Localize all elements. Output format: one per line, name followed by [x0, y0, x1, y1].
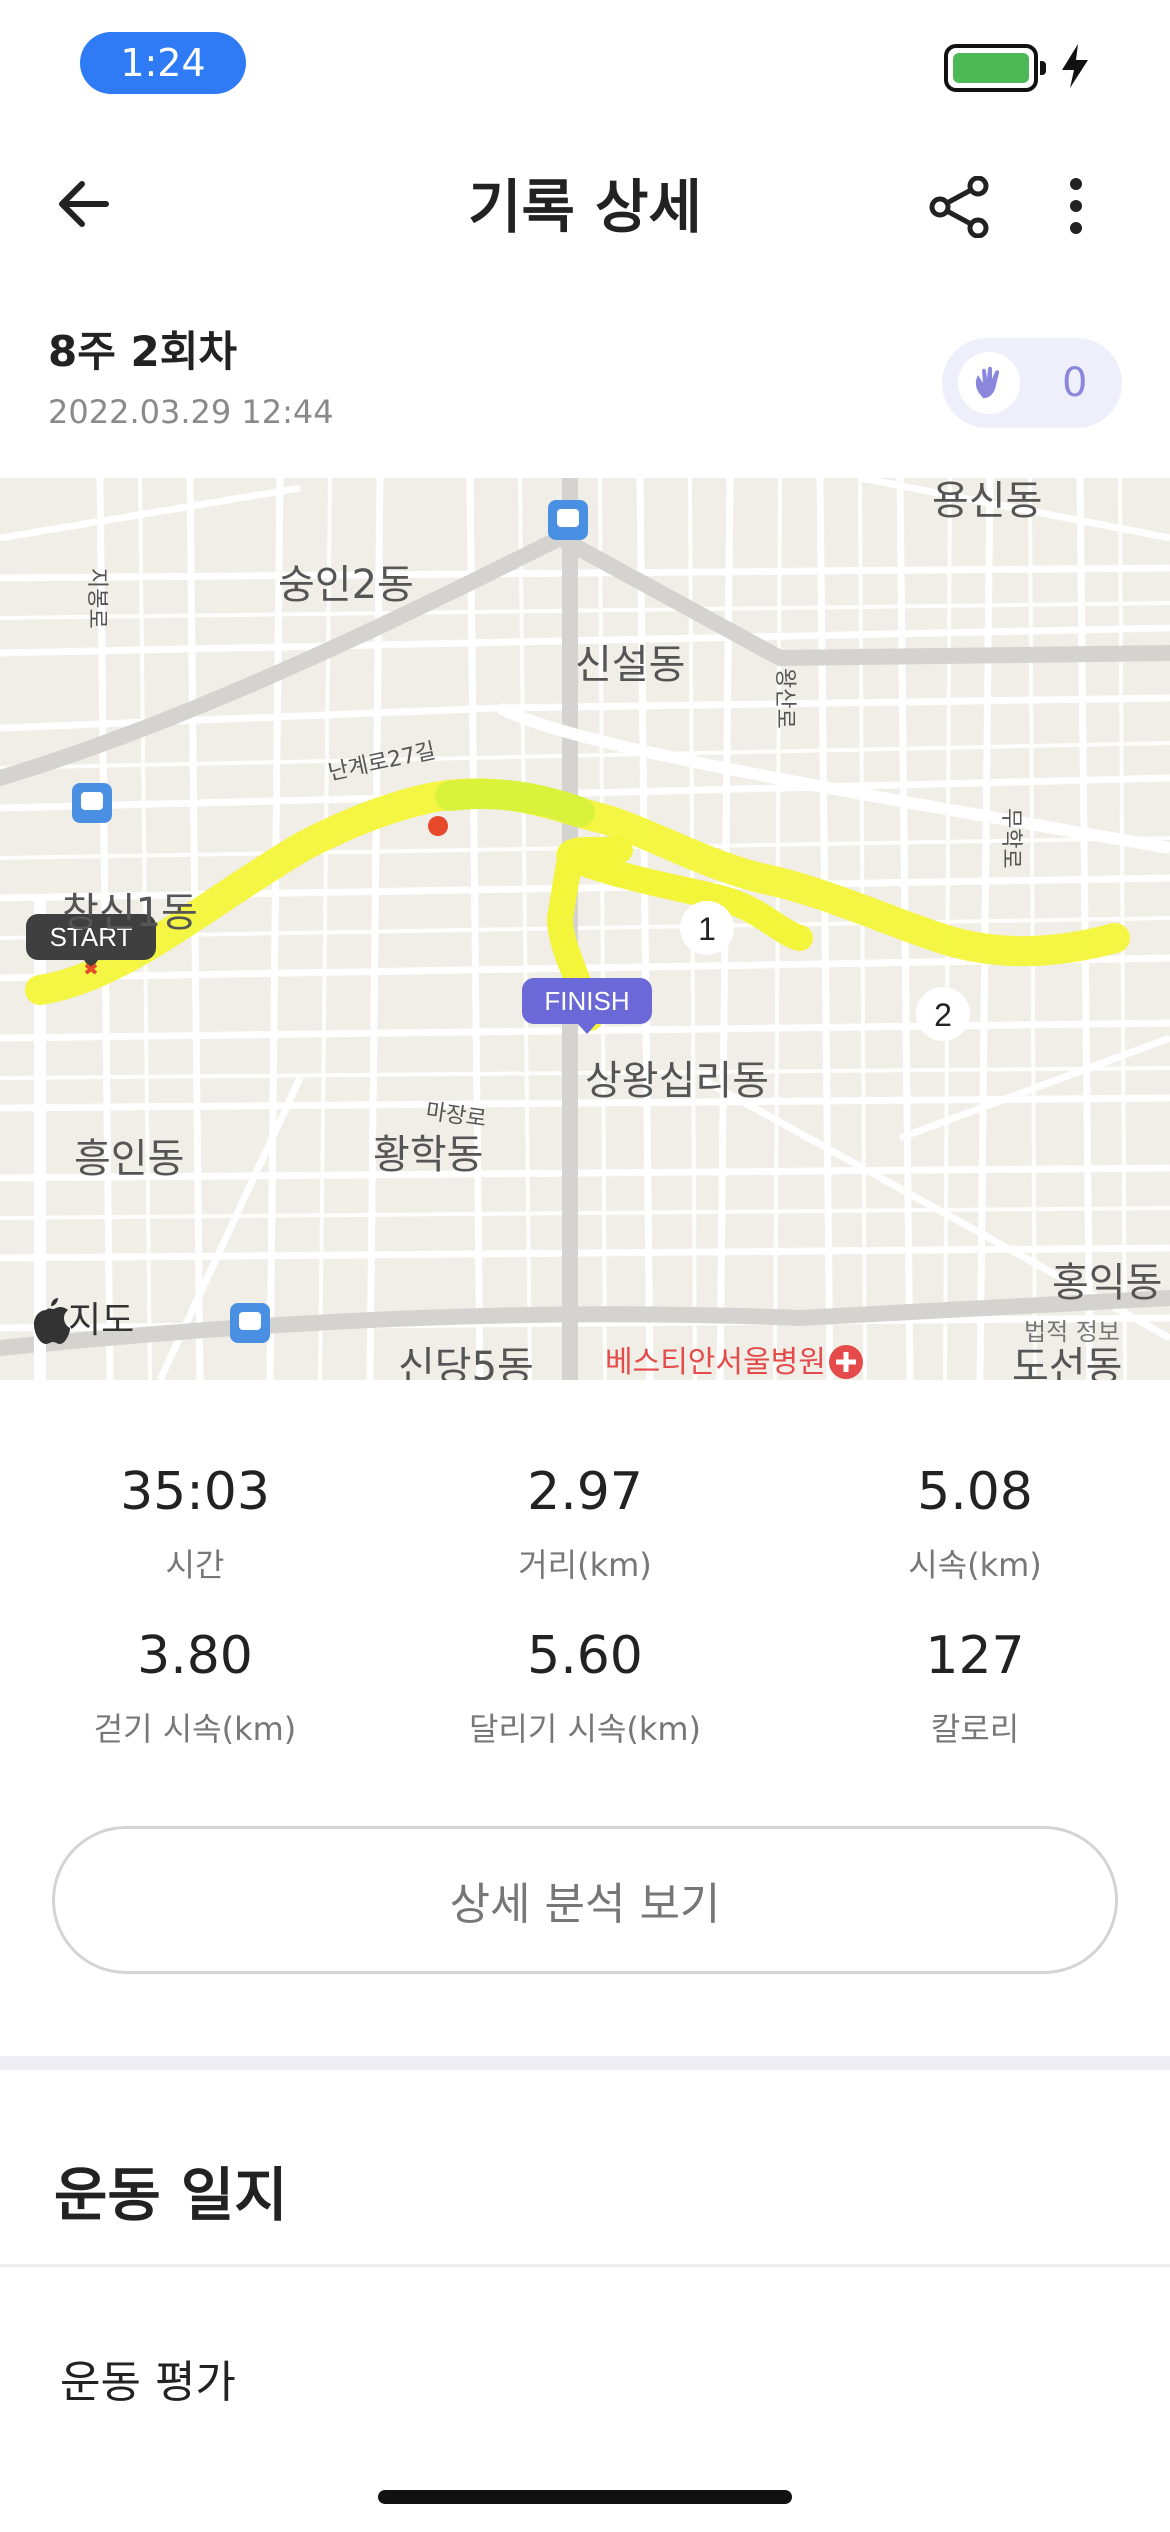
- stat-label: 거리(km): [518, 1546, 652, 1584]
- map-label: 홍익동: [1052, 1260, 1162, 1306]
- stat-distance: 2.97 거리(km): [390, 1466, 780, 1586]
- journal-title: 운동 일지: [54, 2161, 288, 2229]
- stat-value: 2.97: [527, 1462, 643, 1522]
- divider: [0, 2264, 1170, 2267]
- record-datetime: 2022.03.29 12:44: [48, 393, 334, 431]
- clap-hands-icon: [958, 352, 1020, 414]
- map-label: 왕산로: [772, 668, 797, 729]
- stat-value: 3.80: [137, 1626, 253, 1686]
- battery-icon: [944, 44, 1046, 92]
- map-label: 베스티안서울병원: [605, 1345, 826, 1380]
- stat-label: 칼로리: [930, 1710, 1020, 1748]
- route-map[interactable]: START FINISH 1 2 용신동 숭인2동 신설동 지봉로 왕산로 난계…: [0, 478, 1170, 1380]
- stat-value: 5.60: [527, 1626, 643, 1686]
- stat-label: 시속(km): [908, 1546, 1042, 1584]
- svg-text:2: 2: [934, 997, 952, 1033]
- clap-button[interactable]: 0: [942, 338, 1122, 428]
- km-marker-2: 2: [916, 987, 970, 1041]
- map-label: 창신1동: [62, 890, 198, 936]
- stat-value: 5.08: [917, 1462, 1033, 1522]
- map-label: 신당5동: [398, 1344, 534, 1380]
- stat-speed: 5.08 시속(km): [780, 1466, 1170, 1586]
- stat-value: 35:03: [120, 1462, 270, 1522]
- stat-label: 걷기 시속(km): [93, 1710, 297, 1748]
- finish-label: FINISH: [544, 986, 629, 1016]
- status-time: 1:24: [80, 32, 246, 94]
- stat-label: 시간: [165, 1546, 225, 1584]
- map-label: 무학로: [998, 808, 1023, 869]
- stat-time: 35:03 시간: [0, 1466, 390, 1586]
- map-label: 흥인동: [74, 1136, 184, 1182]
- stat-label: 달리기 시속(km): [468, 1710, 702, 1748]
- section-divider: [0, 2056, 1170, 2070]
- km-marker-1: 1: [680, 901, 734, 955]
- finish-marker: FINISH: [522, 978, 652, 1034]
- session-title: 8주 2회차: [48, 327, 237, 376]
- map-label: 신설동: [575, 642, 685, 688]
- stat-walk-speed: 3.80 걷기 시속(km): [0, 1630, 390, 1750]
- evaluation-item[interactable]: 운동 평가: [60, 2346, 236, 2410]
- map-label: 도선동: [1012, 1344, 1122, 1380]
- map-label: 용신동: [932, 478, 1042, 524]
- stat-value: 127: [925, 1626, 1025, 1686]
- detail-analysis-button[interactable]: 상세 분석 보기: [52, 1826, 1118, 1974]
- map-label: 법적 정보: [1024, 1318, 1120, 1346]
- map-label: 숭인2동: [278, 562, 414, 608]
- map-label: 상왕십리동: [585, 1058, 769, 1104]
- more-vertical-icon[interactable]: [1062, 176, 1090, 236]
- map-label: 황학동: [373, 1132, 483, 1178]
- apple-maps-label: 지도: [68, 1300, 134, 1341]
- map-label: 지봉로: [84, 568, 109, 629]
- stat-run-speed: 5.60 달리기 시속(km): [390, 1630, 780, 1750]
- clap-count: 0: [1062, 360, 1088, 406]
- map-label: 난계로27길: [326, 739, 438, 786]
- charging-bolt-icon: [1062, 44, 1088, 88]
- home-indicator: [378, 2490, 792, 2504]
- svg-text:1: 1: [698, 911, 716, 947]
- stat-calories: 127 칼로리: [780, 1630, 1170, 1750]
- share-icon[interactable]: [928, 176, 994, 238]
- page-title: 기록 상세: [468, 173, 702, 241]
